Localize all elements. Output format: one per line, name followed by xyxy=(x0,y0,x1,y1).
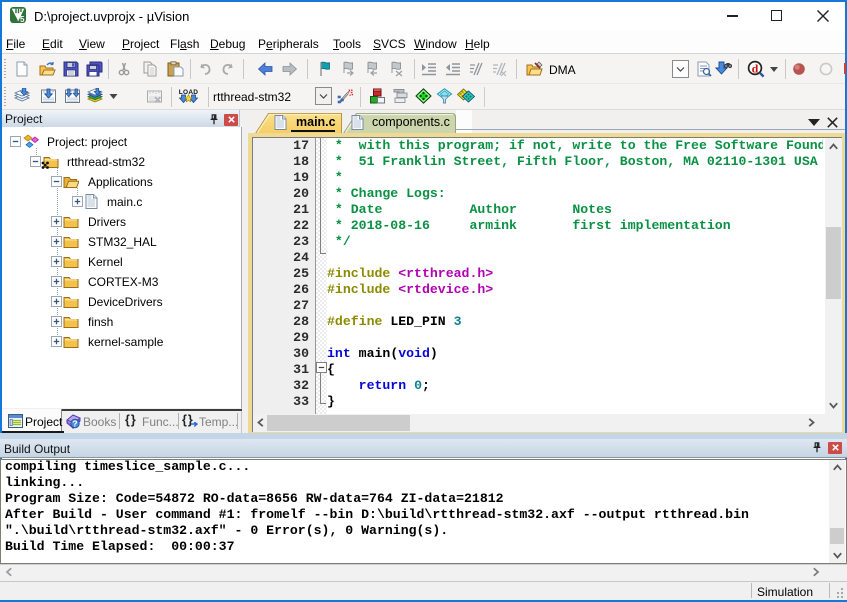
svg-text:d: d xyxy=(752,61,759,75)
svg-text:?: ? xyxy=(72,419,77,429)
svg-text:5: 5 xyxy=(20,15,25,23)
